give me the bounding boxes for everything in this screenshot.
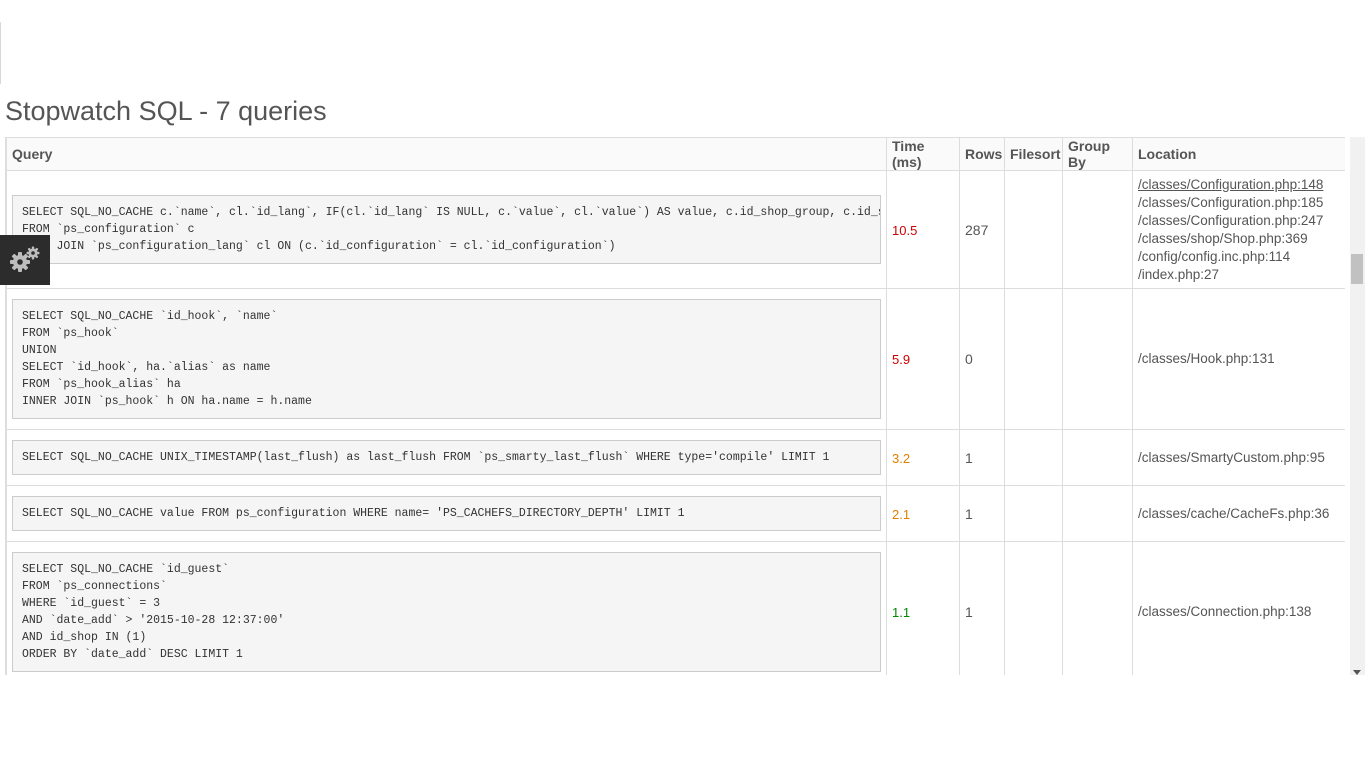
location-line: /classes/SmartyCustom.php:95 xyxy=(1138,449,1325,465)
group-by-cell xyxy=(1062,170,1133,289)
time-cell: 2.1 xyxy=(886,485,960,542)
location-cell: /classes/SmartyCustom.php:95 xyxy=(1132,429,1345,486)
header-time: Time (ms) xyxy=(886,137,960,171)
query-cell: SELECT SQL_NO_CACHE c.`name`, cl.`id_lan… xyxy=(6,170,887,289)
table-row: SELECT SQL_NO_CACHE value FROM ps_config… xyxy=(6,485,1345,542)
sql-queries-table: Query Time (ms) Rows Filesort Group By L… xyxy=(6,137,1345,675)
group-by-cell xyxy=(1062,288,1133,430)
query-cell: SELECT SQL_NO_CACHE `id_guest` FROM `ps_… xyxy=(6,541,887,675)
group-by-cell xyxy=(1062,541,1133,675)
time-cell: 10.5 xyxy=(886,170,960,289)
filesort-cell xyxy=(1004,541,1063,675)
table-header-row: Query Time (ms) Rows Filesort Group By L… xyxy=(6,137,1345,171)
filesort-cell xyxy=(1004,485,1063,542)
query-code: SELECT SQL_NO_CACHE `id_hook`, `name` FR… xyxy=(12,299,881,419)
gears-icon xyxy=(10,246,40,272)
location-line: /classes/Hook.php:131 xyxy=(1138,351,1275,366)
time-value: 1.1 xyxy=(892,605,911,620)
location-cell: /classes/cache/CacheFs.php:36 xyxy=(1132,485,1345,542)
time-cell: 1.1 xyxy=(886,541,960,675)
group-by-cell xyxy=(1062,485,1133,542)
page-title: Stopwatch SQL - 7 queries xyxy=(5,96,327,126)
query-code: SELECT SQL_NO_CACHE c.`name`, cl.`id_lan… xyxy=(12,195,881,264)
filesort-cell xyxy=(1004,429,1063,486)
time-cell: 5.9 xyxy=(886,288,960,430)
scroll-down-arrow-icon[interactable] xyxy=(1353,670,1361,675)
location-link[interactable]: /classes/Configuration.php:148 xyxy=(1138,176,1340,194)
header-group-by: Group By xyxy=(1062,137,1133,171)
time-value: 5.9 xyxy=(892,352,911,367)
table-row: SELECT SQL_NO_CACHE c.`name`, cl.`id_lan… xyxy=(6,170,1345,289)
time-cell: 3.2 xyxy=(886,429,960,486)
filesort-cell xyxy=(1004,170,1063,289)
time-value: 10.5 xyxy=(892,222,918,238)
header-location: Location xyxy=(1132,137,1345,171)
query-cell: SELECT SQL_NO_CACHE `id_hook`, `name` FR… xyxy=(6,288,887,430)
rows-cell: 0 xyxy=(959,288,1005,430)
rows-cell: 1 xyxy=(959,541,1005,675)
location-cell: /classes/Configuration.php:148 /classes/… xyxy=(1132,170,1345,289)
sql-table-container[interactable]: Query Time (ms) Rows Filesort Group By L… xyxy=(5,137,1345,675)
left-edge-divider xyxy=(0,22,4,84)
location-line: /classes/Connection.php:138 xyxy=(1138,604,1312,619)
scrollbar-thumb[interactable] xyxy=(1351,254,1363,284)
query-code: SELECT SQL_NO_CACHE `id_guest` FROM `ps_… xyxy=(12,552,881,672)
location-line: /classes/shop/Shop.php:369 xyxy=(1138,230,1308,246)
top-blank-area xyxy=(0,0,1366,92)
query-code: SELECT SQL_NO_CACHE UNIX_TIMESTAMP(last_… xyxy=(12,440,881,475)
table-row: SELECT SQL_NO_CACHE `id_hook`, `name` FR… xyxy=(6,288,1345,430)
rows-cell: 1 xyxy=(959,429,1005,486)
filesort-cell xyxy=(1004,288,1063,430)
location-line: /classes/Configuration.php:185 xyxy=(1138,194,1324,210)
rows-cell: 287 xyxy=(959,170,1005,289)
location-line: /classes/cache/CacheFs.php:36 xyxy=(1138,505,1330,521)
location-line: /config/config.inc.php:114 xyxy=(1138,248,1291,264)
table-row: SELECT SQL_NO_CACHE UNIX_TIMESTAMP(last_… xyxy=(6,429,1345,486)
header-rows: Rows xyxy=(959,137,1005,171)
query-cell: SELECT SQL_NO_CACHE value FROM ps_config… xyxy=(6,485,887,542)
header-query: Query xyxy=(6,137,887,171)
query-cell: SELECT SQL_NO_CACHE UNIX_TIMESTAMP(last_… xyxy=(6,429,887,486)
rows-cell: 1 xyxy=(959,485,1005,542)
debug-toolbar-toggle[interactable] xyxy=(0,235,50,285)
table-row: SELECT SQL_NO_CACHE `id_guest` FROM `ps_… xyxy=(6,541,1345,675)
location-cell: /classes/Hook.php:131 xyxy=(1132,288,1345,430)
location-cell: /classes/Connection.php:138 xyxy=(1132,541,1345,675)
time-value: 3.2 xyxy=(892,450,911,466)
location-line: /classes/Configuration.php:247 xyxy=(1138,212,1324,228)
vertical-scrollbar[interactable] xyxy=(1350,137,1365,675)
time-value: 2.1 xyxy=(892,506,911,522)
header-filesort: Filesort xyxy=(1004,137,1063,171)
location-line: /index.php:27 xyxy=(1138,266,1220,282)
group-by-cell xyxy=(1062,429,1133,486)
query-code: SELECT SQL_NO_CACHE value FROM ps_config… xyxy=(12,496,881,531)
